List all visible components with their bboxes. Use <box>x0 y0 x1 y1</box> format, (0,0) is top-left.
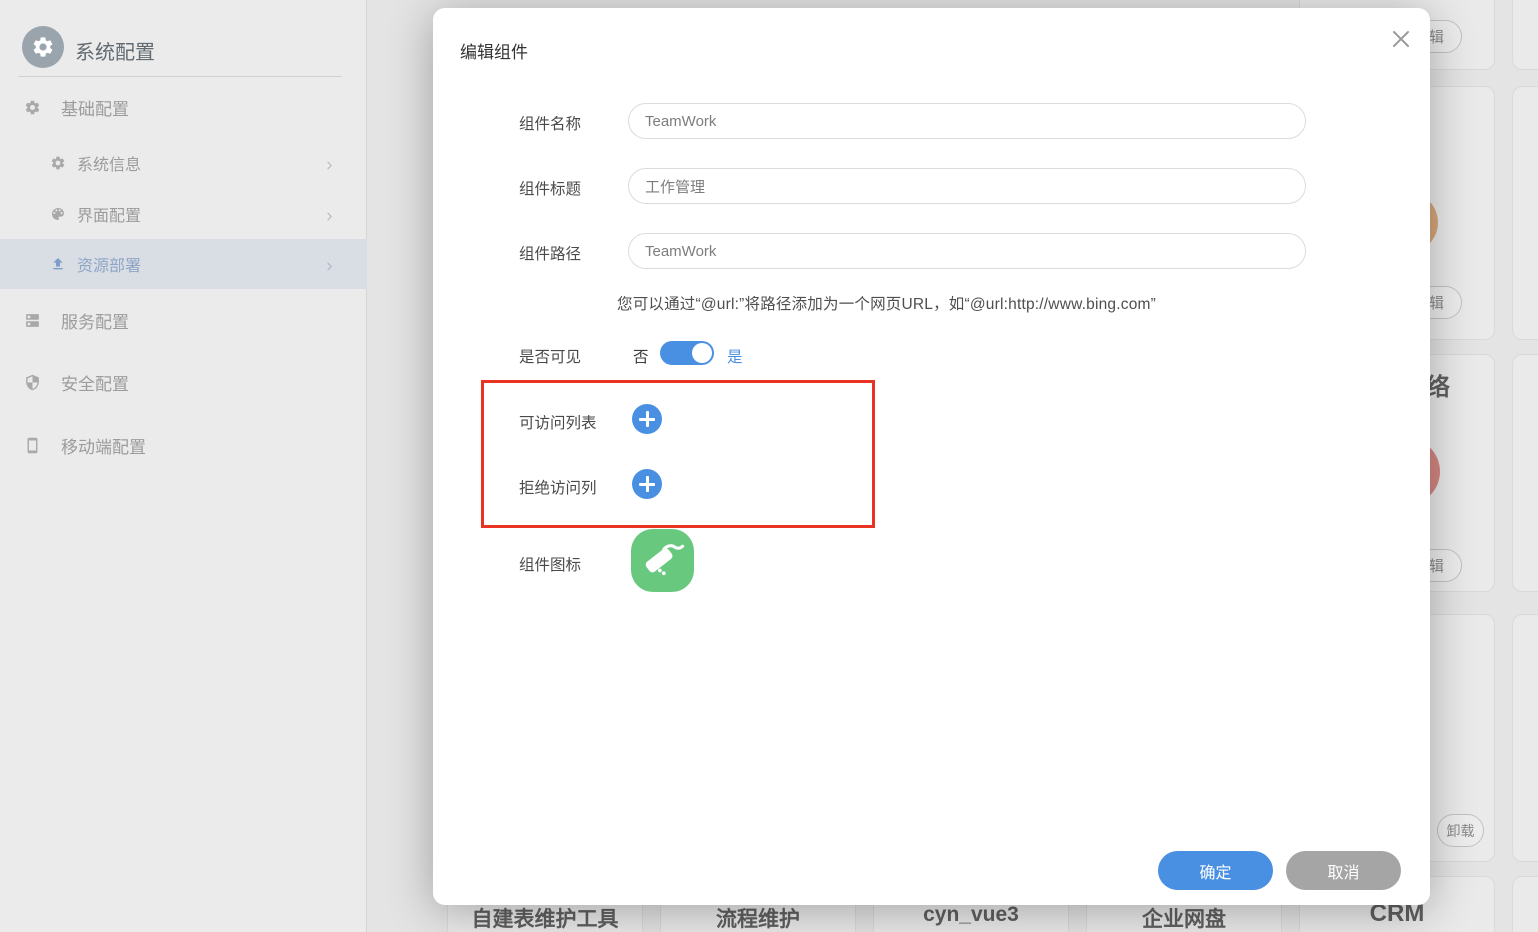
sidebar-item-mobile-config[interactable]: 移动端配置 <box>0 423 367 467</box>
chevron-right-icon <box>324 158 335 169</box>
sidebar-item-label: 界面配置 <box>77 208 142 225</box>
path-hint-text: 您可以通过“@url:”将路径添加为一个网页URL，如“@url:http://… <box>617 296 1156 313</box>
dialog-title: 编辑组件 <box>460 43 528 62</box>
edit-component-dialog: 编辑组件 组件名称 组件标题 组件路径 您可以通过“@url:”将路径添加为一个… <box>433 8 1430 905</box>
sidebar-item-resource-deploy[interactable]: 资源部署 <box>0 239 367 289</box>
visible-toggle[interactable] <box>660 341 714 365</box>
component-icon-picker[interactable] <box>631 529 694 592</box>
toggle-off-label: 否 <box>633 349 649 366</box>
sidebar-item-label: 安全配置 <box>61 374 129 394</box>
app-card <box>1512 86 1538 340</box>
gear-icon <box>50 155 67 172</box>
toggle-knob <box>692 343 712 363</box>
component-path-input[interactable] <box>628 233 1306 269</box>
close-icon[interactable] <box>1388 26 1414 52</box>
card-title: 自建表维护工具 <box>471 908 619 931</box>
plus-icon <box>645 476 649 492</box>
sidebar-item-label: 系统信息 <box>77 157 142 174</box>
component-icon-label: 组件图标 <box>519 557 582 574</box>
card-title: 企业网盘 <box>1142 908 1226 931</box>
component-path-label: 组件路径 <box>519 246 582 263</box>
gear-icon <box>22 26 64 68</box>
component-name-input[interactable] <box>628 103 1306 139</box>
component-name-label: 组件名称 <box>519 116 582 133</box>
app-card <box>1512 614 1538 862</box>
divider <box>18 76 342 77</box>
chevron-right-icon <box>324 209 335 220</box>
handshake-icon <box>638 533 688 588</box>
server-icon <box>24 312 41 329</box>
palette-icon <box>50 206 67 223</box>
sidebar-item-ui-config[interactable]: 界面配置 <box>0 192 367 236</box>
app-window: 编辑 编辑 络 编辑 卸载 自建表维护工具 流程维护 cyn_vue3 企业网盘… <box>0 0 1538 932</box>
plus-icon <box>645 411 649 427</box>
chevron-right-icon <box>324 259 335 270</box>
add-allow-button[interactable] <box>632 404 662 434</box>
sidebar: 系统配置 基础配置 系统信息 界面配置 资源部署 服务配置 安全配置 移动端配置 <box>0 0 367 932</box>
sidebar-item-label: 服务配置 <box>61 312 129 332</box>
sidebar-header: 系统配置 <box>0 0 366 76</box>
cancel-button[interactable]: 取消 <box>1286 851 1401 890</box>
card-title: 流程维护 <box>716 908 800 931</box>
shield-icon <box>24 374 41 391</box>
deploy-icon <box>50 256 67 273</box>
sidebar-item-security-config[interactable]: 安全配置 <box>0 360 367 404</box>
toggle-on-label: 是 <box>727 349 743 366</box>
confirm-button[interactable]: 确定 <box>1158 851 1273 890</box>
sidebar-item-label: 移动端配置 <box>61 437 146 457</box>
sidebar-item-basic-config[interactable]: 基础配置 <box>0 85 367 129</box>
highlight-rectangle <box>481 380 875 528</box>
deny-list-label: 拒绝访问列 <box>519 480 597 497</box>
gear-icon <box>24 99 41 116</box>
sidebar-item-service-config[interactable]: 服务配置 <box>0 298 367 342</box>
app-card <box>1512 876 1538 932</box>
app-card <box>1512 354 1538 592</box>
sidebar-item-label: 基础配置 <box>61 99 129 119</box>
sidebar-item-label: 资源部署 <box>77 258 142 275</box>
sidebar-item-system-info[interactable]: 系统信息 <box>0 141 367 185</box>
card-title: cyn_vue3 <box>923 903 1019 926</box>
mobile-icon <box>24 437 41 454</box>
app-card <box>1512 0 1538 70</box>
uninstall-badge[interactable]: 卸载 <box>1437 814 1484 847</box>
allow-list-label: 可访问列表 <box>519 415 597 432</box>
component-title-label: 组件标题 <box>519 181 582 198</box>
component-title-input[interactable] <box>628 168 1306 204</box>
visible-label: 是否可见 <box>519 349 582 366</box>
sidebar-title: 系统配置 <box>75 42 155 64</box>
add-deny-button[interactable] <box>632 469 662 499</box>
